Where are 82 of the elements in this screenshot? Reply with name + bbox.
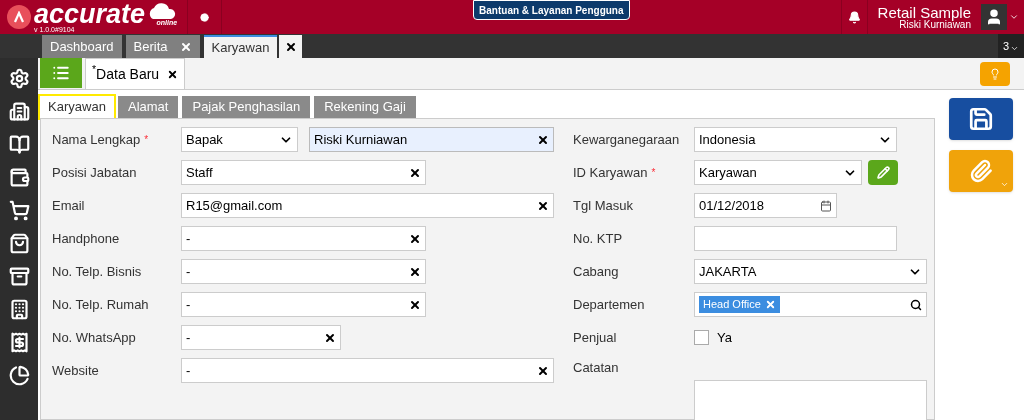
salutation-select[interactable]: Bapak: [181, 127, 298, 152]
field-label: Website: [52, 361, 99, 380]
field-label: Posisi Jabatan: [52, 163, 137, 182]
status-dot-icon: [200, 12, 209, 22]
close-icon[interactable]: [167, 68, 179, 80]
window-tab[interactable]: Dashboard: [42, 35, 122, 58]
notification-icon[interactable]: [847, 10, 861, 24]
input-field[interactable]: R15@gmail.com: [181, 193, 554, 218]
save-button[interactable]: [949, 98, 1013, 140]
company-name: Retail Sample: [877, 4, 971, 20]
building-icon[interactable]: [8, 299, 30, 320]
required-mark: *: [651, 166, 656, 180]
field-label: No. Telp. Bisnis: [52, 262, 142, 281]
field-label: Catatan: [573, 359, 619, 377]
close-icon: [284, 40, 297, 53]
field-label: Cabang: [573, 262, 619, 281]
window-tab[interactable]: Karyawan: [203, 35, 278, 58]
cabinet-icon[interactable]: [8, 266, 30, 287]
clear-icon[interactable]: [409, 232, 421, 245]
cart-icon[interactable]: [8, 200, 30, 221]
edit-button[interactable]: [868, 160, 898, 185]
user-name: Riski Kurniawan: [899, 19, 971, 30]
checkbox-label: Ya: [717, 328, 732, 347]
field-label: Nama Lengkap: [52, 130, 141, 149]
input-field[interactable]: -: [181, 325, 341, 350]
field-label: No. KTP: [573, 229, 623, 248]
input-field[interactable]: -: [181, 358, 554, 383]
paperclip-icon: [969, 159, 993, 183]
window-tab[interactable]: Berita: [125, 35, 200, 58]
field-label: Handphone: [52, 229, 120, 248]
lightbulb-icon: [989, 68, 1001, 80]
field-label: Email: [52, 196, 85, 215]
select-field[interactable]: Indonesia: [694, 127, 897, 152]
pie-chart-icon[interactable]: [8, 365, 30, 386]
date-field[interactable]: 01/12/2018: [694, 193, 837, 218]
search-icon[interactable]: [910, 298, 922, 311]
remove-icon[interactable]: [764, 299, 776, 310]
clear-icon[interactable]: [324, 331, 336, 344]
name-field[interactable]: Riski Kurniawan: [309, 127, 554, 152]
document-tab[interactable]: $^{*}$Data Baru: [85, 58, 186, 89]
calendar-icon[interactable]: [820, 199, 832, 212]
field-label: No. WhatsApp: [52, 328, 136, 347]
save-icon: [968, 106, 994, 132]
input-field[interactable]: -: [181, 226, 426, 251]
help-button[interactable]: Bantuan & Layanan Pengguna: [473, 0, 630, 20]
field-label: No. Telp. Rumah: [52, 295, 149, 314]
wallet-icon[interactable]: [8, 167, 30, 188]
input-field[interactable]: [694, 226, 897, 251]
logo-text: accurate: [34, 1, 146, 26]
clear-icon[interactable]: [537, 364, 549, 377]
clear-icon[interactable]: [409, 298, 421, 311]
field-label: ID Karyawan: [573, 163, 648, 182]
cloud-icon: [147, 2, 178, 19]
clear-icon[interactable]: [409, 166, 421, 179]
bag-icon[interactable]: [8, 233, 30, 254]
field-label: Kewarganegaraan: [573, 130, 680, 149]
select-field[interactable]: JAKARTA: [694, 259, 927, 284]
receipt-icon[interactable]: [8, 332, 30, 353]
field-label: Departemen: [573, 295, 645, 314]
input-field[interactable]: Staff: [181, 160, 426, 185]
field-label: Tgl Masuk: [573, 196, 633, 215]
caret-icon: [1000, 180, 1009, 189]
tab-counter[interactable]: 3: [998, 34, 1024, 58]
clear-icon[interactable]: [537, 199, 549, 212]
logo-icon: [7, 5, 31, 29]
input-field[interactable]: -: [181, 259, 426, 284]
list-icon: [52, 64, 70, 82]
book-icon[interactable]: [8, 134, 30, 155]
clear-icon[interactable]: [537, 133, 549, 146]
list-button[interactable]: [40, 58, 82, 88]
pencil-icon: [876, 166, 890, 179]
building-icon[interactable]: [8, 101, 30, 122]
checkbox[interactable]: [694, 330, 709, 345]
caret-icon: [1010, 44, 1020, 53]
close-tab-button[interactable]: [279, 35, 303, 58]
select-field[interactable]: Karyawan: [694, 160, 862, 185]
clear-icon[interactable]: [409, 265, 421, 278]
required-mark: *: [144, 133, 149, 147]
field-label: Penjual: [573, 328, 617, 347]
input-field[interactable]: -: [181, 292, 426, 317]
settings-icon[interactable]: [8, 68, 30, 89]
avatar-icon[interactable]: [981, 4, 1007, 30]
